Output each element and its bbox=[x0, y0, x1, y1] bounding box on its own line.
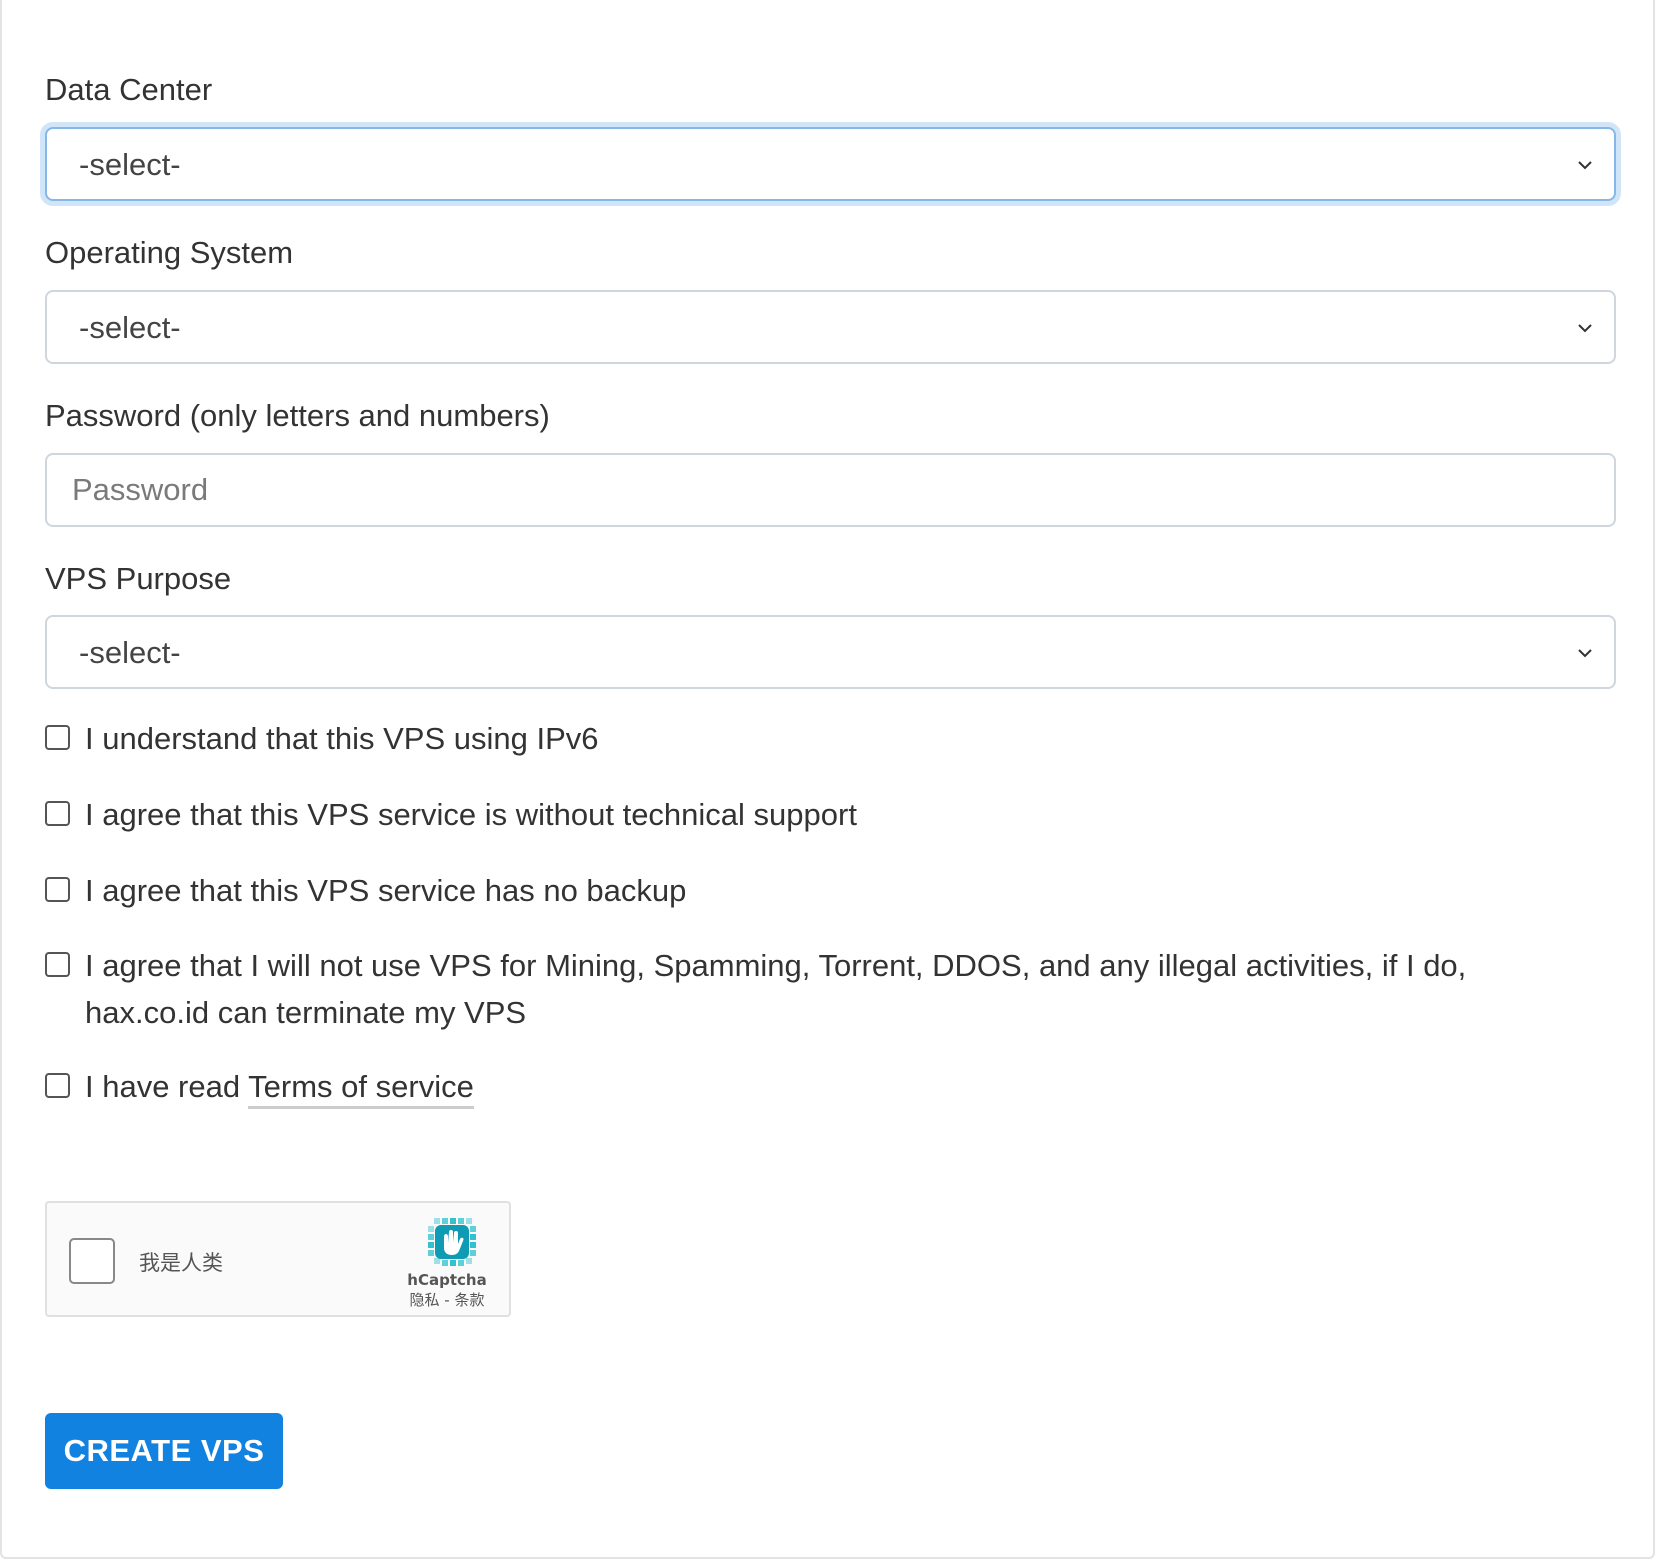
operating-system-selected-value: -select- bbox=[79, 310, 181, 345]
data-center-label: Data Center bbox=[45, 72, 213, 107]
password-label: Password (only letters and numbers) bbox=[45, 398, 550, 433]
operating-system-select[interactable]: -select- bbox=[45, 290, 1616, 364]
no-backup-checkbox-label[interactable]: I agree that this VPS service has no bac… bbox=[85, 867, 1585, 914]
no-backup-checkbox[interactable] bbox=[45, 877, 70, 902]
ipv6-checkbox-label[interactable]: I understand that this VPS using IPv6 bbox=[85, 715, 1585, 762]
chevron-down-icon bbox=[1578, 649, 1592, 658]
no-abuse-checkbox[interactable] bbox=[45, 952, 70, 977]
ipv6-checkbox[interactable] bbox=[45, 725, 70, 750]
vps-purpose-selected-value: -select- bbox=[79, 635, 181, 670]
create-vps-button[interactable]: CREATE VPS bbox=[45, 1413, 283, 1489]
hcaptcha-brand: hCaptcha bbox=[407, 1271, 487, 1289]
no-abuse-checkbox-label[interactable]: I agree that I will not use VPS for Mini… bbox=[85, 942, 1485, 1036]
no-support-checkbox[interactable] bbox=[45, 801, 70, 826]
tos-checkbox[interactable] bbox=[45, 1073, 70, 1098]
tos-checkbox-label[interactable]: I have read Terms of service bbox=[85, 1063, 1585, 1110]
data-center-select[interactable]: -select- bbox=[45, 127, 1616, 201]
vps-purpose-label: VPS Purpose bbox=[45, 561, 232, 596]
captcha-checkbox[interactable] bbox=[69, 1238, 115, 1284]
hcaptcha-logo-icon bbox=[428, 1218, 476, 1266]
vps-purpose-select[interactable]: -select- bbox=[45, 615, 1616, 689]
captcha-label: 我是人类 bbox=[139, 1251, 223, 1275]
chevron-down-icon bbox=[1578, 161, 1592, 170]
data-center-selected-value: -select- bbox=[79, 147, 181, 182]
tos-prefix-text: I have read bbox=[85, 1069, 249, 1104]
password-field[interactable] bbox=[45, 453, 1616, 527]
no-support-checkbox-label[interactable]: I agree that this VPS service is without… bbox=[85, 791, 1585, 838]
hcaptcha-privacy-terms-links[interactable]: 隐私 - 条款 bbox=[387, 1289, 507, 1310]
operating-system-label: Operating System bbox=[45, 235, 294, 270]
hcaptcha-widget: 我是人类 hCaptcha 隐私 - 条款 bbox=[45, 1201, 511, 1317]
chevron-down-icon bbox=[1578, 324, 1592, 333]
terms-of-service-link[interactable]: Terms of service bbox=[248, 1069, 474, 1109]
create-vps-form-card: Data Center -select- Operating System -s… bbox=[0, 0, 1655, 1559]
